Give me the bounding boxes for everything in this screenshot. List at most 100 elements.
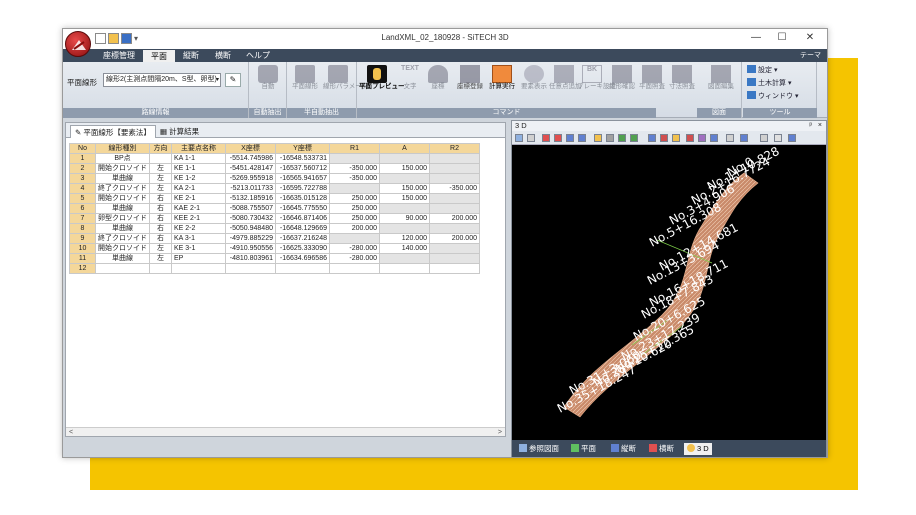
tab-calc-result[interactable]: ▦ 計算結果 (156, 125, 203, 138)
table-cell[interactable]: 150.000 (379, 193, 430, 204)
table-cell[interactable]: -16646.871406 (275, 213, 330, 224)
table-cell[interactable]: 250.000 (329, 203, 380, 214)
table-cell[interactable]: 右 (149, 233, 172, 244)
table-row[interactable]: 8 単曲線右 KE 2-2 -5050.948480 -16648.129669 200.… (69, 223, 480, 234)
close-icon[interactable]: × (818, 121, 822, 131)
plane-preview-button[interactable]: 平面プレビュー (359, 65, 405, 105)
table-row[interactable]: 6 単曲線右 KAE 2-1 -5088.755507 -16645.775550 250… (69, 203, 480, 214)
table-cell[interactable]: 左 (149, 173, 172, 184)
view3d-canvas[interactable]: No.0 No.1+10.828 No.2+16.7724 No.3+4.906 No.… (512, 145, 826, 441)
table-cell[interactable]: KE 1-1 (171, 163, 226, 174)
plane-line-button[interactable]: 平面線形 (290, 65, 320, 105)
settings-button[interactable]: 設定 ▾ (747, 65, 777, 75)
close-button[interactable]: ✕ (799, 31, 821, 45)
texture-icon[interactable] (698, 134, 706, 142)
auto-button[interactable]: 自動 (253, 65, 283, 105)
table-cell[interactable] (149, 153, 172, 164)
table-row[interactable]: 9 終了クロソイド右 KA 3-1 -4979.885229 -16637.216248… (69, 233, 480, 244)
arbitrary-point-button[interactable]: 任意点追加 (549, 65, 582, 105)
break-set-button[interactable]: BK ブレーキ設定 (577, 65, 616, 105)
layer-icon[interactable] (686, 134, 694, 142)
table-cell[interactable] (429, 163, 480, 174)
table-cell[interactable]: 開始クロソイド (95, 243, 150, 254)
table-cell[interactable]: -16648.129669 (275, 223, 330, 234)
tab-longitudinal-view[interactable]: 縦断 (608, 443, 639, 455)
table-cell[interactable]: -5050.948480 (225, 223, 276, 234)
table-cell[interactable]: -350.000 (329, 163, 380, 174)
table-cell[interactable]: -5080.730432 (225, 213, 276, 224)
table-cell[interactable]: 単曲線 (95, 173, 150, 184)
table-cell[interactable]: -5514.745986 (225, 153, 276, 164)
zoom-in-icon[interactable] (542, 134, 550, 142)
elem-display-button[interactable]: 要素表示 (519, 65, 549, 105)
table-cell[interactable]: EP (171, 253, 226, 264)
table-cell[interactable] (275, 263, 330, 274)
table-cell[interactable]: KA 2-1 (171, 183, 226, 194)
table-cell[interactable]: 右 (149, 203, 172, 214)
tab-cross-view[interactable]: 横断 (646, 443, 677, 455)
theme-menu[interactable]: テーマ (800, 49, 821, 62)
table-cell[interactable]: 右 (149, 223, 172, 234)
app-menu-button[interactable] (65, 31, 91, 57)
table-cell[interactable]: KA 1-1 (171, 153, 226, 164)
table-cell[interactable]: -16635.015128 (275, 193, 330, 204)
measure-icon[interactable] (606, 134, 614, 142)
table-cell[interactable]: 終了クロソイド (95, 183, 150, 194)
pin-icon[interactable]: ᵖ (809, 121, 812, 131)
table-cell[interactable]: -16537.560712 (275, 163, 330, 174)
scroll-right-icon[interactable]: > (498, 428, 502, 437)
tab-longitudinal[interactable]: 縦断 (177, 49, 205, 62)
view-icon[interactable] (515, 134, 523, 142)
table-row[interactable]: 11 単曲線左 EP -4810.803961 -16634.696586 -280.00… (69, 253, 480, 264)
table-cell[interactable]: KAE 2-1 (171, 203, 226, 214)
tab-plane[interactable]: 平面 (143, 50, 175, 62)
table-cell[interactable]: 120.000 (379, 233, 430, 244)
table-cell[interactable] (379, 223, 430, 234)
table-cell[interactable]: -4910.950556 (225, 243, 276, 254)
tab-plane-alignment[interactable]: ✎ 平面線形【要素法】 (70, 125, 156, 138)
color-icon[interactable] (660, 134, 668, 142)
tab-coordinates[interactable]: 座標管理 (97, 49, 141, 62)
table-cell[interactable] (379, 153, 430, 164)
table-cell[interactable] (225, 263, 276, 274)
dim-check-button[interactable]: 寸法照査 (667, 65, 697, 105)
table-cell[interactable]: -5269.955918 (225, 173, 276, 184)
table-cell[interactable] (329, 233, 380, 244)
table-cell[interactable]: 開始クロソイド (95, 193, 150, 204)
scroll-left-icon[interactable]: < (69, 428, 73, 437)
table-cell[interactable]: 右 (149, 213, 172, 224)
fit-icon[interactable] (566, 134, 574, 142)
table-cell[interactable]: 150.000 (379, 163, 430, 174)
render-icon[interactable] (648, 134, 656, 142)
alignment-select[interactable]: 線形2(主測点間隔20m、S型、卵型) ▾ (103, 73, 221, 87)
table-cell[interactable]: -5213.011733 (225, 183, 276, 194)
table-cell[interactable] (95, 263, 150, 274)
table-cell[interactable]: 単曲線 (95, 223, 150, 234)
table-cell[interactable]: -16595.722788 (275, 183, 330, 194)
table-cell[interactable]: KE 2-1 (171, 193, 226, 204)
table-cell[interactable]: 250.000 (329, 213, 380, 224)
table-cell[interactable]: 左 (149, 243, 172, 254)
coord-button[interactable]: 座標 (423, 65, 453, 105)
table-cell[interactable]: 単曲線 (95, 253, 150, 264)
table-cell[interactable]: 左 (149, 163, 172, 174)
tab-plane-view[interactable]: 平面 (568, 443, 599, 455)
table-cell[interactable]: -4810.803961 (225, 253, 276, 264)
table-cell[interactable]: -5132.185916 (225, 193, 276, 204)
minimize-button[interactable]: — (745, 31, 767, 45)
table-cell[interactable]: -280.000 (329, 253, 380, 264)
table-cell[interactable]: -280.000 (329, 243, 380, 254)
table-cell[interactable]: 200.000 (329, 223, 380, 234)
table-cell[interactable]: 140.000 (379, 243, 430, 254)
table-cell[interactable]: KE 3-1 (171, 243, 226, 254)
table-cell[interactable] (329, 153, 380, 164)
table-row[interactable]: 12 (69, 263, 480, 274)
coord-register-button[interactable]: 座標登録 (455, 65, 485, 105)
table-cell[interactable]: 150.000 (379, 183, 430, 194)
export-icon[interactable] (740, 134, 748, 142)
table-cell[interactable]: -350.000 (329, 173, 380, 184)
table-cell[interactable]: -4979.885229 (225, 233, 276, 244)
drawing-edit-button[interactable]: 図面編集 (703, 65, 739, 105)
table-cell[interactable]: 右 (149, 193, 172, 204)
table-cell[interactable]: KA 3-1 (171, 233, 226, 244)
